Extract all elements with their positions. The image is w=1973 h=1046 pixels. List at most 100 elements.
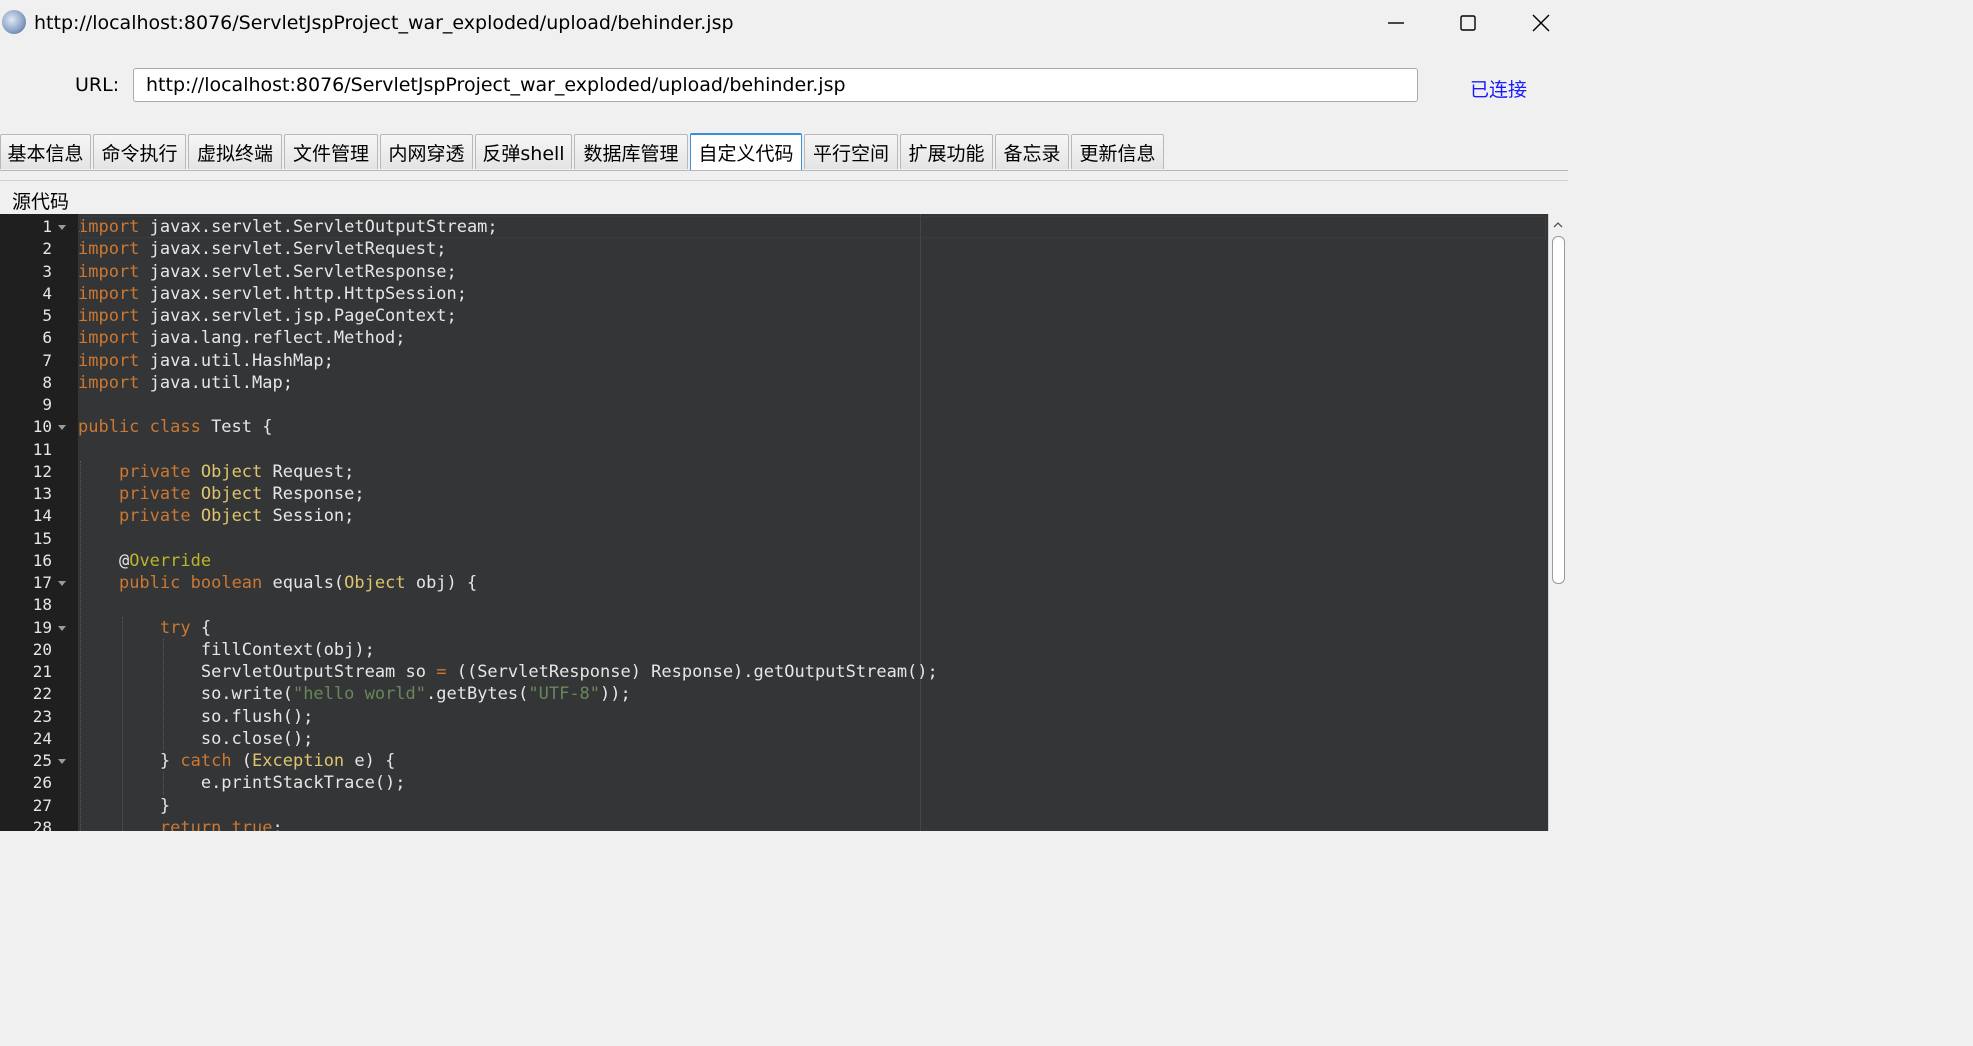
code-token: import [78, 350, 140, 371]
line-number: 16 [32, 550, 52, 570]
code-token: Request; [262, 461, 355, 482]
url-input[interactable] [133, 68, 1418, 102]
code-token: try [159, 617, 191, 638]
tab-database-manager[interactable]: 数据库管理 [574, 134, 688, 169]
indent-guide [80, 460, 81, 831]
code-line: ServletOutputStream so = ((ServletRespon… [78, 661, 938, 683]
code-token: fillContext(obj); [200, 639, 375, 660]
code-token: import [78, 306, 140, 326]
code-token: javax.servlet.http.HttpSession; [139, 283, 467, 304]
code-token: Object [200, 461, 263, 482]
tab-custom-code[interactable]: 自定义代码 [690, 133, 802, 170]
line-number: 20 [32, 639, 52, 659]
code-token: private [118, 461, 191, 482]
connection-status: 已连接 [1470, 79, 1528, 101]
line-number: 24 [32, 728, 52, 748]
code-line: import javax.servlet.jsp.PageContext; [78, 305, 457, 327]
line-number: 1 [42, 217, 52, 236]
tab-parallel-space[interactable]: 平行空间 [804, 134, 898, 169]
indent-guide [163, 638, 165, 750]
code-editor[interactable]: 1 2 3 4 5 6 7 8 9 10 11 12 13 14 15 16 17 18 19 20 21 22 23 24 2… [0, 214, 1568, 831]
tab-virtual-terminal[interactable]: 虚拟终端 [188, 134, 282, 169]
code-token: Exception [252, 751, 345, 771]
code-line: so.flush(); [78, 706, 314, 728]
source-code-label: 源代码 [12, 191, 70, 213]
code-token: ServletOutputStream so [200, 662, 437, 682]
code-token: so.close(); [200, 728, 314, 749]
code-token: Response; [262, 484, 365, 504]
line-number: 26 [32, 773, 52, 793]
code-token: { [190, 617, 212, 638]
minimize-icon [1388, 22, 1404, 24]
code-line: import java.lang.reflect.Method; [78, 327, 406, 349]
line-number: 27 [32, 795, 52, 815]
title-bar: http://localhost:8076/ServletJspProject_… [0, 0, 1568, 46]
line-number: 13 [32, 484, 52, 503]
line-number: 21 [32, 662, 52, 681]
minimize-button[interactable] [1367, 6, 1425, 40]
code-token: obj) { [405, 573, 478, 593]
code-token: import [78, 372, 140, 393]
line-number: 6 [42, 328, 52, 348]
line-number: 4 [42, 283, 52, 303]
tab-file-manager[interactable]: 文件管理 [284, 134, 378, 169]
fold-toggle-icon[interactable] [58, 759, 66, 764]
code-token: java.util.HashMap; [139, 350, 334, 371]
code-token: import [78, 261, 140, 282]
code-token: import [78, 283, 140, 304]
code-token: java.util.Map; [139, 372, 293, 393]
line-number: 8 [42, 372, 52, 392]
vertical-scrollbar[interactable] [1548, 214, 1568, 831]
scroll-up-icon[interactable] [1549, 218, 1567, 232]
tab-command-exec[interactable]: 命令执行 [93, 134, 186, 169]
code-token: so.write( [200, 684, 293, 705]
code-line: import javax.servlet.ServletResponse; [78, 261, 457, 283]
scrollbar-thumb[interactable] [1552, 236, 1565, 584]
code-token: Object [344, 573, 406, 593]
code-token: public [118, 573, 181, 593]
line-number: 2 [42, 239, 52, 259]
current-line-highlight [80, 216, 1546, 238]
close-button[interactable] [1512, 6, 1570, 40]
tab-reverse-shell[interactable]: 反弹shell [475, 134, 572, 169]
code-token: )); [600, 684, 631, 705]
code-line: private Object Request; [78, 461, 354, 483]
line-number: 15 [32, 528, 52, 548]
code-token: private [118, 506, 191, 527]
code-line: private Object Session; [78, 505, 354, 527]
url-label: URL: [75, 74, 120, 96]
code-text-area[interactable]: import javax.servlet.ServletOutputStream… [78, 214, 1548, 831]
code-token: return [159, 817, 222, 831]
code-token: catch [180, 751, 232, 771]
code-line: try { [78, 617, 211, 639]
tab-basic-info[interactable]: 基本信息 [0, 134, 91, 169]
fold-toggle-icon[interactable] [58, 625, 66, 631]
code-token: = [436, 662, 447, 682]
maximize-button[interactable] [1439, 6, 1497, 40]
tab-tunnel[interactable]: 内网穿透 [380, 134, 473, 169]
code-token: true [231, 817, 273, 831]
tab-memo[interactable]: 备忘录 [995, 134, 1069, 169]
code-token: private [118, 484, 191, 504]
fold-toggle-icon[interactable] [58, 225, 66, 230]
tab-update-info[interactable]: 更新信息 [1071, 134, 1164, 169]
tab-extensions[interactable]: 扩展功能 [900, 134, 993, 169]
code-line: return true; [78, 817, 283, 831]
fold-toggle-icon[interactable] [58, 581, 66, 586]
window-title: http://localhost:8076/ServletJspProject_… [34, 12, 734, 34]
code-token: Object [200, 484, 263, 504]
fold-toggle-icon[interactable] [58, 425, 66, 431]
line-number: 5 [42, 306, 52, 325]
